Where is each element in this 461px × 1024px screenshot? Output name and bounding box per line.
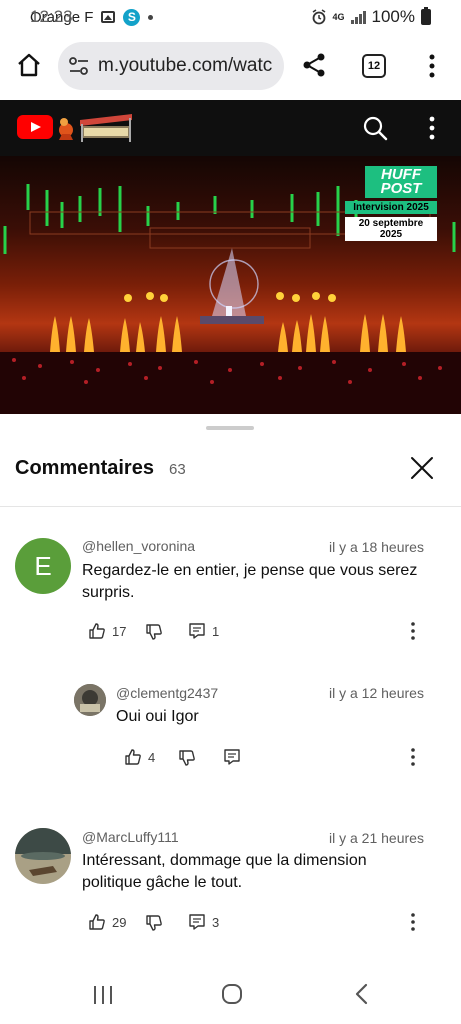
alarm-icon bbox=[312, 9, 325, 25]
comment-author[interactable]: @hellen_voronina bbox=[82, 538, 195, 554]
like-button[interactable]: 29 bbox=[88, 913, 126, 931]
home-icon[interactable] bbox=[15, 51, 43, 79]
site-settings-icon[interactable] bbox=[68, 56, 90, 76]
app-notification-icon: S bbox=[123, 8, 141, 26]
thumbs-down-icon[interactable] bbox=[178, 749, 196, 767]
youtube-menu-icon[interactable] bbox=[424, 114, 440, 142]
comment-author[interactable]: @clementg2437 bbox=[116, 685, 218, 701]
huffpost-logo: HUFF POST bbox=[365, 166, 437, 198]
event-label: Intervision 2025 bbox=[345, 201, 437, 214]
address-bar[interactable]: m.youtube.com/watc bbox=[58, 42, 284, 90]
browser-menu-icon[interactable] bbox=[422, 52, 442, 80]
tab-switcher-button[interactable]: 12 bbox=[362, 54, 386, 78]
network-type: 4G bbox=[332, 12, 345, 22]
youtube-logo[interactable] bbox=[17, 115, 53, 139]
like-button[interactable]: 4 bbox=[124, 748, 155, 766]
share-icon[interactable] bbox=[300, 51, 328, 79]
battery-percent: 100% bbox=[371, 7, 415, 26]
reply-button[interactable]: 1 bbox=[188, 622, 219, 640]
reply-icon bbox=[189, 914, 205, 930]
comment-time: il y a 21 heures bbox=[329, 830, 424, 846]
search-icon[interactable] bbox=[362, 115, 388, 141]
sheet-drag-handle[interactable] bbox=[206, 426, 254, 430]
comment-text: Oui oui Igor bbox=[116, 708, 199, 725]
reply-count: 3 bbox=[212, 914, 220, 930]
like-count: 17 bbox=[112, 623, 127, 639]
system-nav-bar bbox=[0, 974, 461, 1024]
avatar[interactable]: E bbox=[15, 538, 71, 594]
thumbs-up-icon bbox=[125, 749, 141, 765]
reply-icon bbox=[189, 623, 205, 639]
youtube-doodle-image[interactable] bbox=[56, 110, 134, 144]
like-button[interactable]: 17 bbox=[88, 622, 126, 640]
back-icon[interactable] bbox=[352, 983, 372, 1005]
status-time: 12:23 bbox=[30, 7, 73, 26]
video-player[interactable]: HUFF POST Intervision 2025 20 septembre … bbox=[0, 156, 461, 414]
more-notifications-dot bbox=[148, 14, 154, 20]
like-count: 29 bbox=[112, 914, 127, 930]
comment-author[interactable]: @MarcLuffy111 bbox=[82, 829, 179, 845]
close-icon[interactable] bbox=[408, 454, 436, 482]
event-date: 20 septembre 2025 bbox=[345, 217, 437, 241]
battery-icon bbox=[421, 7, 431, 25]
comment-time: il y a 12 heures bbox=[329, 685, 424, 701]
comment-time: il y a 18 heures bbox=[329, 539, 424, 555]
recent-apps-icon[interactable] bbox=[92, 984, 114, 1006]
signal-icon bbox=[350, 10, 366, 24]
reply-icon[interactable] bbox=[223, 748, 241, 766]
avatar-image bbox=[15, 828, 71, 884]
avatar[interactable] bbox=[74, 684, 106, 716]
status-bar: Orange F 12:23 S 4G 100% bbox=[0, 0, 461, 34]
gallery-icon bbox=[101, 11, 116, 23]
reply-button[interactable]: 3 bbox=[188, 913, 219, 931]
youtube-header bbox=[0, 100, 461, 156]
header-divider bbox=[0, 506, 461, 507]
like-count: 4 bbox=[148, 749, 156, 765]
url-text: m.youtube.com/watc bbox=[98, 55, 273, 76]
comments-title: Commentaires bbox=[15, 457, 154, 479]
browser-toolbar: m.youtube.com/watc 12 bbox=[0, 34, 461, 100]
avatar-image bbox=[74, 684, 106, 716]
reply-count: 1 bbox=[212, 623, 220, 639]
comments-count: 63 bbox=[169, 461, 186, 478]
thumbs-down-icon[interactable] bbox=[145, 623, 163, 641]
thumbs-up-icon bbox=[89, 914, 105, 930]
comment-text: Intéressant, dommage que la dimension po… bbox=[82, 852, 367, 891]
comment-text: Regardez-le en entier, je pense que vous… bbox=[82, 562, 418, 601]
comments-sheet: Commentaires 63 E @hellen_voronina il y … bbox=[0, 414, 461, 974]
home-nav-icon[interactable] bbox=[220, 982, 244, 1006]
comment-menu-icon[interactable] bbox=[409, 747, 417, 767]
huffpost-badge: HUFF POST Intervision 2025 20 septembre … bbox=[345, 166, 437, 241]
avatar[interactable] bbox=[15, 828, 71, 884]
thumbs-up-icon bbox=[89, 623, 105, 639]
comment-menu-icon[interactable] bbox=[409, 912, 417, 932]
thumbs-down-icon[interactable] bbox=[145, 914, 163, 932]
comment-menu-icon[interactable] bbox=[409, 621, 417, 641]
